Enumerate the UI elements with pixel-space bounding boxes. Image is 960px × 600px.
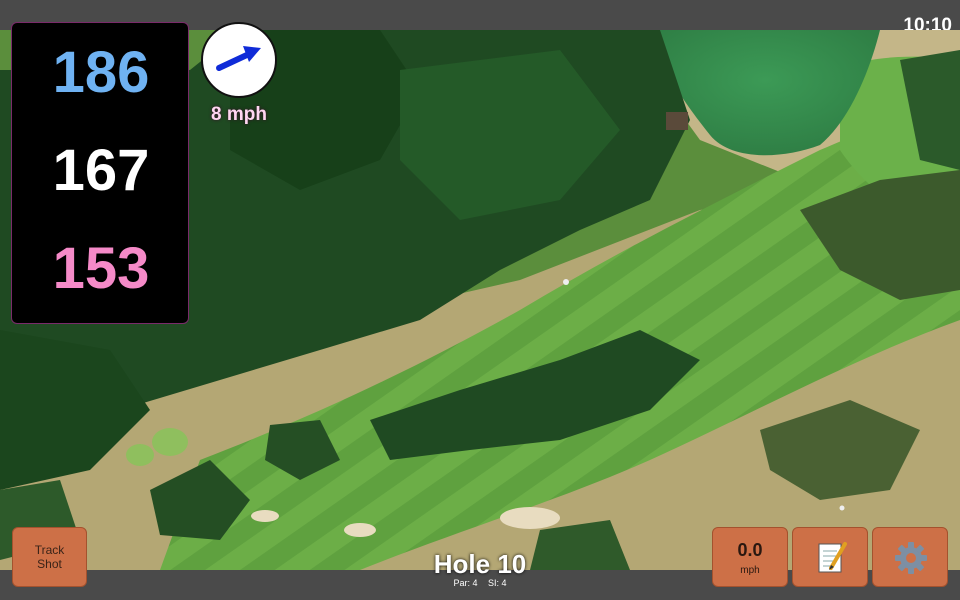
- speed-value: 0.0: [737, 540, 763, 560]
- yardage-back: 186: [52, 40, 150, 105]
- wind-speed: 8 mph: [211, 104, 267, 125]
- hole-stroke-index: SI: 4: [488, 578, 507, 588]
- wind-indicator: [201, 22, 277, 98]
- track-shot-label-line2: Shot: [37, 557, 62, 571]
- wind-arrow-icon: [216, 46, 261, 71]
- hole-details: Par: 4 SI: 4: [380, 578, 580, 588]
- speed-unit: mph: [740, 565, 760, 576]
- track-shot-button[interactable]: Track Shot: [12, 527, 87, 587]
- notes-button[interactable]: [792, 527, 868, 587]
- gear-icon: [895, 542, 927, 574]
- settings-button[interactable]: [872, 527, 948, 587]
- hole-par: Par: 4: [453, 578, 478, 588]
- hole-title: Hole 10: [433, 549, 527, 579]
- speed-button[interactable]: 0.0 mph: [712, 527, 788, 587]
- notepad-icon: [818, 542, 847, 573]
- yardage-middle: 167: [52, 138, 150, 203]
- yardage-panel: 186 167 153: [11, 22, 189, 324]
- yardage-front: 153: [52, 236, 150, 301]
- track-shot-label-line1: Track: [34, 543, 65, 557]
